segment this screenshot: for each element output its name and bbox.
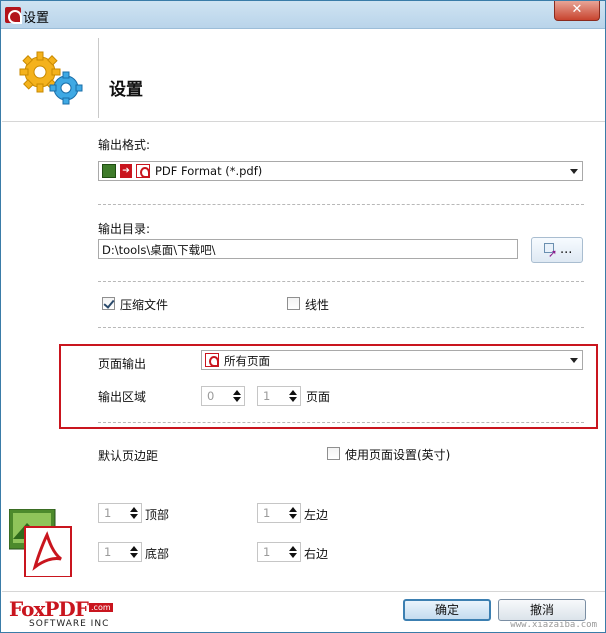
margin-right-value: 1: [263, 545, 271, 559]
output-range-label: 输出区域: [98, 390, 147, 404]
compress-label: 压缩文件: [120, 298, 169, 312]
header-panel: 设置: [2, 30, 605, 122]
cancel-button[interactable]: 撤消: [498, 599, 586, 621]
pdf-icon: [205, 353, 219, 367]
margin-right-stepper[interactable]: 1: [257, 542, 301, 562]
output-format-value: PDF Format (*.pdf): [155, 164, 263, 178]
gears-icon: [19, 51, 83, 105]
chevron-down-icon: [570, 358, 578, 363]
chevron-down-icon[interactable]: [233, 397, 241, 402]
margin-top-stepper[interactable]: 1: [98, 503, 142, 523]
chevron-down-icon[interactable]: [289, 553, 297, 558]
foxpdf-logo: FoxPDF .com SOFTWARE INC: [9, 597, 113, 631]
logo-subtitle: SOFTWARE INC: [29, 619, 110, 629]
ok-button[interactable]: 确定: [403, 599, 491, 621]
separator: [98, 327, 584, 328]
chevron-up-icon[interactable]: [130, 546, 138, 551]
margin-bottom-stepper[interactable]: 1: [98, 542, 142, 562]
header-divider: [98, 38, 99, 118]
page-title: 设置: [109, 80, 143, 100]
chevron-up-icon[interactable]: [233, 390, 241, 395]
convert-arrow-icon: ➔: [120, 164, 132, 178]
margin-right-label: 右边: [304, 547, 329, 561]
separator: [98, 204, 584, 205]
output-format-select[interactable]: ➔ PDF Format (*.pdf): [98, 161, 583, 181]
use-page-setting-checkbox[interactable]: [327, 447, 340, 460]
margins-label: 默认页边距: [98, 449, 159, 463]
chevron-down-icon[interactable]: [130, 553, 138, 558]
linear-label: 线性: [305, 298, 330, 312]
chevron-up-icon[interactable]: [289, 507, 297, 512]
use-page-setting-label: 使用页面设置(英寸): [345, 448, 451, 462]
margin-top-value: 1: [104, 506, 112, 520]
chevron-down-icon[interactable]: [130, 514, 138, 519]
margin-left-stepper[interactable]: 1: [257, 503, 301, 523]
footer-divider: [2, 591, 605, 592]
page-output-select[interactable]: 所有页面: [201, 350, 583, 370]
output-dir-label: 输出目录:: [98, 222, 151, 236]
output-dir-input[interactable]: D:\tools\桌面\下载吧\: [98, 239, 518, 259]
logo-brand: FoxPDF: [9, 597, 89, 621]
range-to-stepper[interactable]: 1: [257, 386, 301, 406]
output-format-label: 输出格式:: [98, 138, 151, 152]
image-format-icon: [102, 164, 116, 178]
watermark: www.xiazaiba.com: [510, 620, 597, 630]
browse-label: ...: [560, 242, 573, 257]
page-output-label: 页面输出: [98, 357, 147, 371]
separator: [98, 281, 584, 282]
margin-bottom-value: 1: [104, 545, 112, 559]
margin-bottom-label: 底部: [145, 547, 170, 561]
output-dir-value: D:\tools\桌面\下载吧\: [102, 243, 216, 257]
chevron-down-icon: [570, 169, 578, 174]
chevron-up-icon[interactable]: [289, 390, 297, 395]
title-bar: 设置 ✕: [1, 1, 605, 29]
margin-top-label: 顶部: [145, 508, 170, 522]
settings-window: 设置 ✕ 设置 输出格式: ➔ PDF Format (*.pdf) 输出目录:…: [0, 0, 606, 633]
cursor-icon: ➚: [548, 247, 558, 260]
range-to-value: 1: [263, 389, 271, 403]
range-from-value: 0: [207, 389, 215, 403]
range-from-stepper[interactable]: 0: [201, 386, 245, 406]
window-title: 设置: [23, 11, 50, 26]
linear-checkbox[interactable]: [287, 297, 300, 310]
range-unit-label: 页面: [306, 390, 331, 404]
jpg-to-pdf-icon: [9, 509, 72, 577]
browse-button[interactable]: ➚ ...: [531, 237, 583, 263]
chevron-up-icon[interactable]: [289, 546, 297, 551]
chevron-down-icon[interactable]: [289, 514, 297, 519]
app-icon: [5, 7, 22, 24]
close-button[interactable]: ✕: [554, 1, 600, 21]
logo-com: .com: [89, 603, 113, 612]
chevron-down-icon[interactable]: [289, 397, 297, 402]
chevron-up-icon[interactable]: [130, 507, 138, 512]
margin-left-label: 左边: [304, 508, 329, 522]
pdf-icon: [136, 164, 150, 178]
compress-checkbox[interactable]: [102, 297, 115, 310]
separator: [98, 422, 584, 423]
page-output-value: 所有页面: [224, 354, 270, 368]
margin-left-value: 1: [263, 506, 271, 520]
